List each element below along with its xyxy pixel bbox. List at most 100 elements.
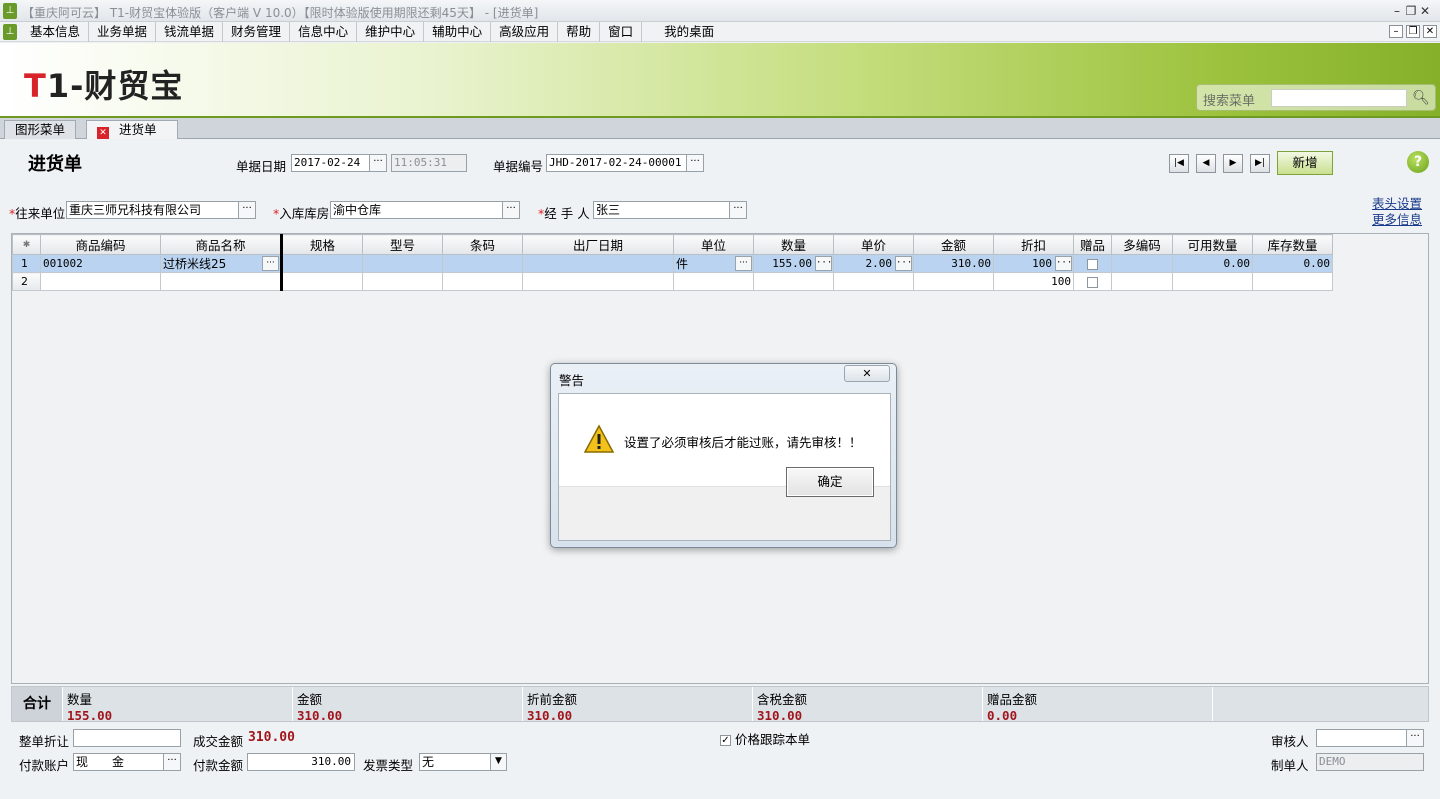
- menu-business-docs[interactable]: 业务单据: [89, 22, 157, 42]
- cell-name[interactable]: [160, 272, 282, 291]
- ok-button[interactable]: 确定: [786, 467, 874, 497]
- unit-picker-button[interactable]: ···: [735, 256, 752, 271]
- menu-cash-docs[interactable]: 钱流单据: [156, 22, 224, 42]
- cell-price[interactable]: 2.00 ···: [833, 254, 914, 273]
- menu-finance[interactable]: 财务管理: [223, 22, 291, 42]
- table-row[interactable]: 2 100: [12, 272, 1333, 291]
- col-amount[interactable]: 金额: [913, 234, 994, 255]
- col-discount[interactable]: 折扣: [993, 234, 1074, 255]
- handler-picker-button[interactable]: ···: [729, 201, 747, 219]
- gift-checkbox[interactable]: [1087, 258, 1098, 270]
- cell-mfg-date[interactable]: [522, 272, 674, 291]
- cell-model[interactable]: [362, 254, 443, 273]
- col-price[interactable]: 单价: [833, 234, 914, 255]
- cell-amount[interactable]: [913, 272, 994, 291]
- date-picker-button[interactable]: ···: [369, 154, 387, 172]
- warehouse-field[interactable]: 渝中仓库: [330, 201, 504, 219]
- col-spec[interactable]: 规格: [280, 234, 363, 255]
- qty-picker-button[interactable]: ···: [815, 256, 832, 271]
- cell-gift[interactable]: [1073, 272, 1112, 291]
- cell-qty[interactable]: [753, 272, 834, 291]
- col-gift[interactable]: 赠品: [1073, 234, 1112, 255]
- discount-picker-button[interactable]: ···: [1055, 256, 1072, 271]
- gift-checkbox[interactable]: [1087, 276, 1098, 288]
- cell-spec[interactable]: [280, 272, 363, 291]
- col-mfg-date[interactable]: 出厂日期: [522, 234, 674, 255]
- price-track-checkbox[interactable]: ✓: [720, 735, 731, 746]
- tab-close-icon[interactable]: ✕: [97, 127, 109, 139]
- dialog-close-button[interactable]: ✕: [844, 365, 890, 382]
- menu-info-center[interactable]: 信息中心: [290, 22, 358, 42]
- tab-graphic-menu[interactable]: 图形菜单: [4, 120, 77, 139]
- cell-mfg-date[interactable]: [522, 254, 674, 273]
- cell-amount[interactable]: 310.00: [913, 254, 994, 273]
- col-model[interactable]: 型号: [362, 234, 443, 255]
- more-info-link[interactable]: 更多信息: [1372, 209, 1422, 228]
- docno-picker-button[interactable]: ···: [686, 154, 704, 172]
- col-code[interactable]: 商品编码: [40, 234, 161, 255]
- cell-discount[interactable]: 100: [993, 272, 1074, 291]
- discount-field[interactable]: [73, 729, 181, 747]
- table-row[interactable]: 1 001002 过桥米线25 ··· 件 ··· 155.00 ··· 2.00 ··…: [12, 254, 1333, 273]
- menu-my-desktop[interactable]: 我的桌面: [642, 22, 722, 42]
- partner-picker-button[interactable]: ···: [238, 201, 256, 219]
- name-picker-button[interactable]: ···: [262, 256, 279, 271]
- col-name[interactable]: 商品名称: [160, 234, 282, 255]
- mdi-restore-button[interactable]: ❐: [1406, 25, 1420, 38]
- menu-auxiliary[interactable]: 辅助中心: [424, 22, 492, 42]
- cell-qty[interactable]: 155.00 ···: [753, 254, 834, 273]
- search-icon[interactable]: 🔍︎: [1411, 88, 1431, 108]
- col-available[interactable]: 可用数量: [1172, 234, 1253, 255]
- menu-window[interactable]: 窗口: [600, 22, 643, 42]
- menu-help[interactable]: 帮助: [558, 22, 601, 42]
- chevron-down-icon[interactable]: ▼: [490, 754, 506, 770]
- pay-account-field[interactable]: 现 金: [73, 753, 165, 771]
- mdi-close-button[interactable]: ✕: [1423, 25, 1437, 38]
- last-record-button[interactable]: ▶|: [1250, 154, 1270, 173]
- cell-name[interactable]: 过桥米线25 ···: [160, 254, 282, 273]
- menu-basic-info[interactable]: 基本信息: [22, 22, 90, 42]
- next-record-button[interactable]: ▶: [1223, 154, 1243, 173]
- price-track-option[interactable]: ✓ 价格跟踪本单: [720, 729, 810, 748]
- pay-amount-field[interactable]: 310.00: [247, 753, 355, 771]
- cell-barcode[interactable]: [442, 272, 523, 291]
- col-stock[interactable]: 库存数量: [1252, 234, 1333, 255]
- help-icon[interactable]: ?: [1407, 151, 1429, 173]
- cell-spec[interactable]: [280, 254, 363, 273]
- first-record-button[interactable]: |◀: [1169, 154, 1189, 173]
- cell-code[interactable]: [40, 272, 161, 291]
- cell-code[interactable]: 001002: [40, 254, 161, 273]
- docno-field[interactable]: JHD-2017-02-24-00001: [546, 154, 688, 172]
- cell-gift[interactable]: [1073, 254, 1112, 273]
- close-button[interactable]: ✕: [1417, 3, 1433, 19]
- cell-unit[interactable]: 件 ···: [673, 254, 754, 273]
- partner-field[interactable]: 重庆三师兄科技有限公司: [66, 201, 240, 219]
- new-button[interactable]: 新增: [1277, 151, 1333, 175]
- pay-account-picker-button[interactable]: ···: [163, 753, 181, 771]
- cell-discount[interactable]: 100 ···: [993, 254, 1074, 273]
- cell-multi-code[interactable]: [1111, 272, 1173, 291]
- warehouse-picker-button[interactable]: ···: [502, 201, 520, 219]
- prev-record-button[interactable]: ◀: [1196, 154, 1216, 173]
- col-unit[interactable]: 单位: [673, 234, 754, 255]
- menu-advanced[interactable]: 高级应用: [491, 22, 559, 42]
- cell-unit[interactable]: [673, 272, 754, 291]
- col-qty[interactable]: 数量: [753, 234, 834, 255]
- price-picker-button[interactable]: ···: [895, 256, 912, 271]
- menu-maintenance[interactable]: 维护中心: [357, 22, 425, 42]
- auditor-picker-button[interactable]: ···: [1406, 729, 1424, 747]
- tab-purchase-order[interactable]: ✕ 进货单: [86, 120, 178, 139]
- cell-barcode[interactable]: [442, 254, 523, 273]
- menu-search-input[interactable]: [1271, 89, 1407, 107]
- auditor-field[interactable]: [1316, 729, 1408, 747]
- mdi-minimize-button[interactable]: –: [1389, 25, 1403, 38]
- col-multi-code[interactable]: 多编码: [1111, 234, 1173, 255]
- cell-model[interactable]: [362, 272, 443, 291]
- invoice-type-select[interactable]: 无 ▼: [419, 753, 507, 771]
- col-barcode[interactable]: 条码: [442, 234, 523, 255]
- handler-field[interactable]: 张三: [593, 201, 731, 219]
- cell-multi-code[interactable]: [1111, 254, 1173, 273]
- cell-price[interactable]: [833, 272, 914, 291]
- menu-app-icon[interactable]: ⊥: [3, 24, 17, 40]
- date-field[interactable]: 2017-02-24: [291, 154, 371, 172]
